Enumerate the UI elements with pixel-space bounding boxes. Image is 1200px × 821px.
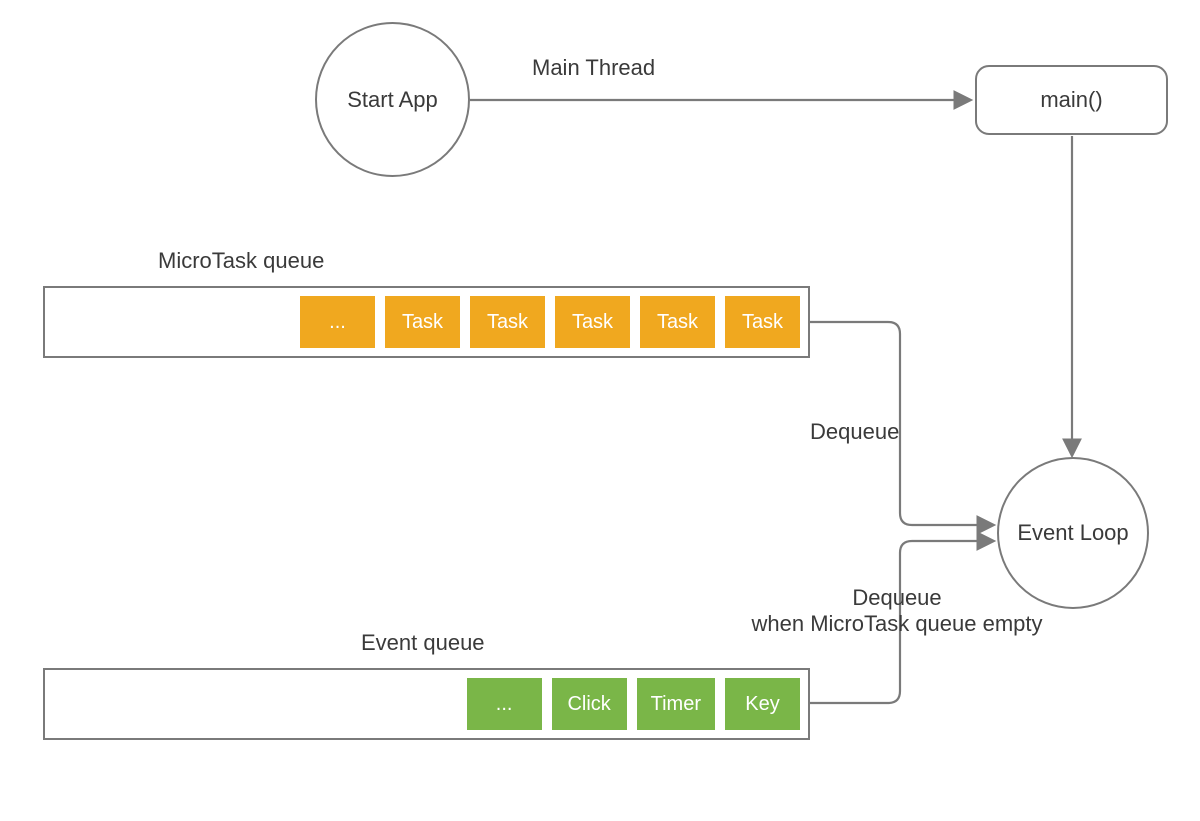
microtask-task: Task — [640, 296, 715, 348]
start-app-node: Start App — [315, 22, 470, 177]
event-task: Key — [725, 678, 800, 730]
event-queue-title: Event queue — [361, 630, 485, 656]
main-thread-label: Main Thread — [532, 55, 655, 81]
microtask-task: Task — [470, 296, 545, 348]
microtask-queue-title: MicroTask queue — [158, 248, 324, 274]
dequeue-label: Dequeue — [810, 419, 899, 445]
microtask-task: ... — [300, 296, 375, 348]
microtask-task: Task — [725, 296, 800, 348]
start-app-label: Start App — [347, 87, 438, 113]
dequeue-when-empty-label: Dequeue when MicroTask queue empty — [747, 585, 1047, 637]
microtask-task: Task — [555, 296, 630, 348]
main-label: main() — [1040, 87, 1102, 113]
microtask-queue: ...TaskTaskTaskTaskTask — [43, 286, 810, 358]
event-queue: ...ClickTimerKey — [43, 668, 810, 740]
main-node: main() — [975, 65, 1168, 135]
event-task: Timer — [637, 678, 715, 730]
event-task: Click — [552, 678, 627, 730]
event-task: ... — [467, 678, 542, 730]
event-loop-label: Event Loop — [1017, 520, 1128, 546]
microtask-task: Task — [385, 296, 460, 348]
